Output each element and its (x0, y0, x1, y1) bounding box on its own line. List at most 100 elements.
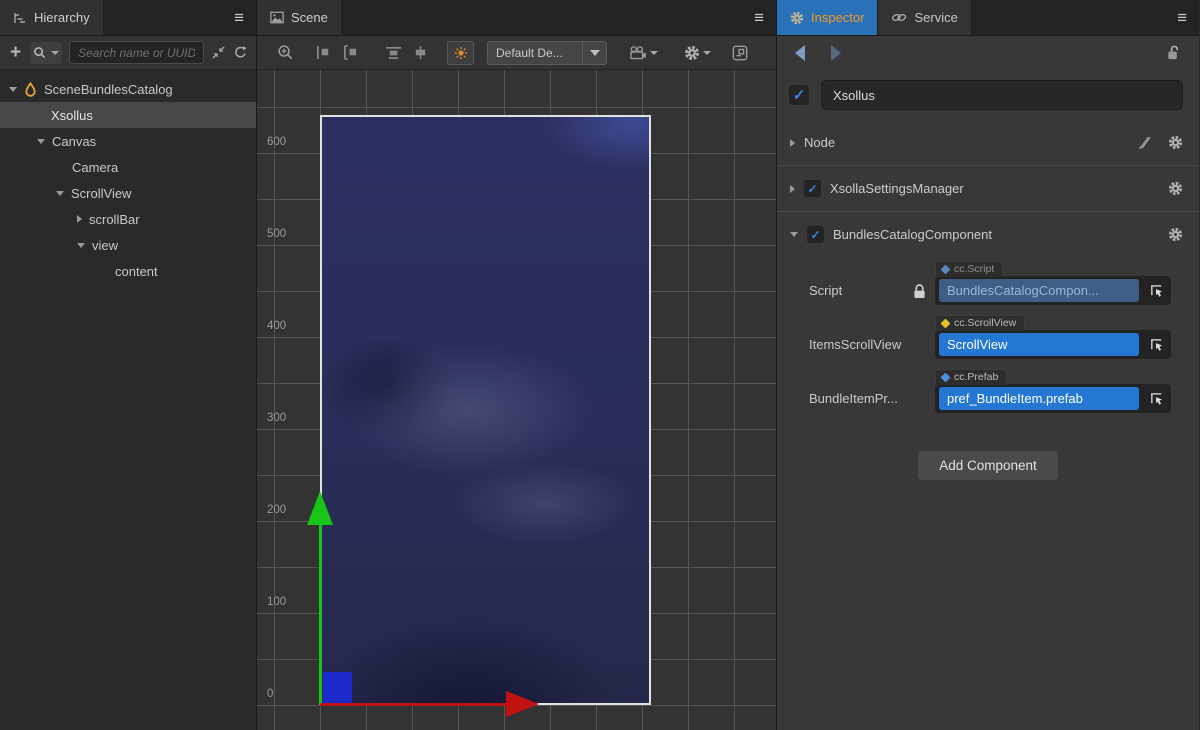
tree-node-scenebundlescatalog[interactable]: SceneBundlesCatalog (0, 76, 256, 102)
layout-icon[interactable] (732, 45, 748, 61)
collapsed-arrow-icon[interactable] (790, 185, 795, 193)
ruler-label: 0 (267, 688, 273, 700)
prefab-ref-field[interactable]: pref_BundleItem.prefab (939, 387, 1139, 410)
tab-service[interactable]: Service (878, 0, 970, 35)
search-input[interactable] (69, 41, 204, 64)
inspector-menu-icon[interactable]: ≡ (1165, 9, 1199, 26)
camera-settings-icon[interactable] (628, 45, 658, 60)
scene-toolbar: Default De... (257, 36, 776, 70)
docs-book-icon[interactable] (1136, 135, 1153, 150)
gizmo-light-button[interactable] (447, 41, 474, 65)
preview-device-value: Default De... (488, 46, 582, 60)
section-node[interactable]: Node (777, 126, 1199, 159)
tree-node-canvas[interactable]: Canvas (0, 128, 256, 154)
y-axis-arrowhead-icon[interactable] (307, 491, 333, 525)
tree-node-label: Camera (72, 160, 118, 175)
bundles-gear-icon[interactable] (1168, 227, 1183, 242)
expand-arrow-icon[interactable] (790, 232, 798, 237)
expand-arrow-icon[interactable] (9, 87, 17, 92)
tree-node-view[interactable]: view (0, 232, 256, 258)
section-bundles-label: BundlesCatalogComponent (833, 227, 992, 242)
add-component-button[interactable]: Add Component (918, 451, 1058, 480)
zoom-tool-icon[interactable] (277, 44, 294, 61)
node-picker-icon[interactable] (1145, 334, 1167, 356)
type-tag-label: cc.Script (954, 263, 994, 275)
node-picker-icon[interactable] (1145, 388, 1167, 410)
design-canvas[interactable] (320, 115, 651, 705)
preview-device-select[interactable]: Default De... (487, 41, 607, 65)
inspector-navrow (777, 36, 1199, 70)
align-left-icon[interactable] (315, 45, 332, 60)
y-axis-gizmo[interactable] (319, 525, 322, 705)
tab-scene[interactable]: Scene (257, 0, 341, 35)
tab-scene-label: Scene (291, 10, 328, 25)
expand-arrow-icon[interactable] (37, 139, 45, 144)
divider (777, 211, 1199, 212)
type-dot-icon (941, 264, 951, 274)
scrollview-ref-field[interactable]: ScrollView (939, 333, 1139, 356)
preview-device-caret[interactable] (582, 42, 606, 64)
align-right-icon[interactable] (342, 45, 359, 60)
tree-node-label: Xsollus (51, 108, 93, 123)
node-active-checkbox[interactable]: ✓ (789, 85, 809, 105)
expand-arrow-icon[interactable] (56, 191, 64, 196)
scene-tabbar: Scene ≡ (257, 0, 776, 36)
x-axis-gizmo[interactable] (320, 703, 506, 706)
search-filter-button[interactable] (30, 42, 62, 64)
expand-arrow-icon[interactable] (77, 243, 85, 248)
node-name-input[interactable] (821, 80, 1183, 110)
component-enabled-checkbox[interactable]: ✓ (807, 226, 824, 243)
type-tag: cc.Script (935, 261, 1003, 277)
x-axis-arrowhead-icon[interactable] (506, 691, 539, 717)
node-picker-icon[interactable] (1145, 280, 1167, 302)
settings-gear-icon[interactable] (1168, 181, 1183, 196)
type-tag: cc.ScrollView (935, 315, 1025, 331)
component-enabled-checkbox[interactable]: ✓ (804, 180, 821, 197)
search-icon (33, 46, 46, 59)
tree-node-label: Canvas (52, 134, 96, 149)
script-value-field: BundlesCatalogCompon... (939, 279, 1139, 302)
prop-row-bundleitemprefab: BundleItemPr... cc.Prefab pref_BundleIte… (777, 368, 1199, 413)
ruler-label: 200 (267, 504, 286, 516)
origin-node-rect[interactable] (323, 672, 352, 705)
inspector-gear-icon (790, 11, 804, 25)
tree-node-label: content (115, 264, 158, 279)
scene-asset-icon (24, 82, 37, 97)
tab-inspector-label: Inspector (811, 10, 864, 25)
hierarchy-menu-icon[interactable]: ≡ (222, 9, 256, 26)
ruler-label: 500 (267, 228, 286, 240)
refresh-icon[interactable] (233, 45, 248, 60)
tree-node-scrollbar[interactable]: scrollBar (0, 206, 256, 232)
tab-inspector[interactable]: Inspector (777, 0, 877, 35)
tree-node-scrollview[interactable]: ScrollView (0, 180, 256, 206)
scene-icon (270, 11, 284, 24)
node-gear-icon[interactable] (1168, 135, 1183, 150)
tab-hierarchy[interactable]: Hierarchy (0, 0, 103, 35)
align-middle-icon[interactable] (412, 45, 429, 60)
lock-open-icon[interactable] (1166, 45, 1181, 61)
hierarchy-icon (13, 11, 27, 25)
section-xsollasettingsmanager[interactable]: ✓ XsollaSettingsManager (777, 172, 1199, 205)
divider (777, 165, 1199, 166)
tree-node-label: ScrollView (71, 186, 131, 201)
lock-icon (913, 284, 935, 299)
hierarchy-panel: Hierarchy ≡ + SceneBu (0, 0, 257, 730)
tab-service-label: Service (914, 10, 957, 25)
tree-node-xsollus[interactable]: Xsollus (0, 102, 256, 128)
section-bundlescatalogcomponent[interactable]: ✓ BundlesCatalogComponent (777, 218, 1199, 251)
nav-forward-icon[interactable] (831, 45, 841, 61)
create-node-button[interactable]: + (8, 43, 23, 62)
nav-back-icon[interactable] (795, 45, 805, 61)
tree-node-camera[interactable]: Camera (0, 154, 256, 180)
collapsed-arrow-icon[interactable] (77, 215, 82, 223)
tree-node-label: view (92, 238, 118, 253)
hierarchy-tree: SceneBundlesCatalog Xsollus Canvas Camer… (0, 70, 256, 284)
collapsed-arrow-icon[interactable] (790, 139, 795, 147)
scene-menu-icon[interactable]: ≡ (742, 9, 776, 26)
scene-viewport[interactable]: 600 500 400 300 200 100 0 (257, 70, 776, 730)
align-top-icon[interactable] (385, 45, 402, 60)
scene-gear-icon[interactable] (684, 45, 711, 61)
tree-node-content[interactable]: content (0, 258, 256, 284)
collapse-all-icon[interactable] (211, 45, 226, 60)
inspector-panel: Inspector Service ≡ ✓ Node (777, 0, 1199, 730)
